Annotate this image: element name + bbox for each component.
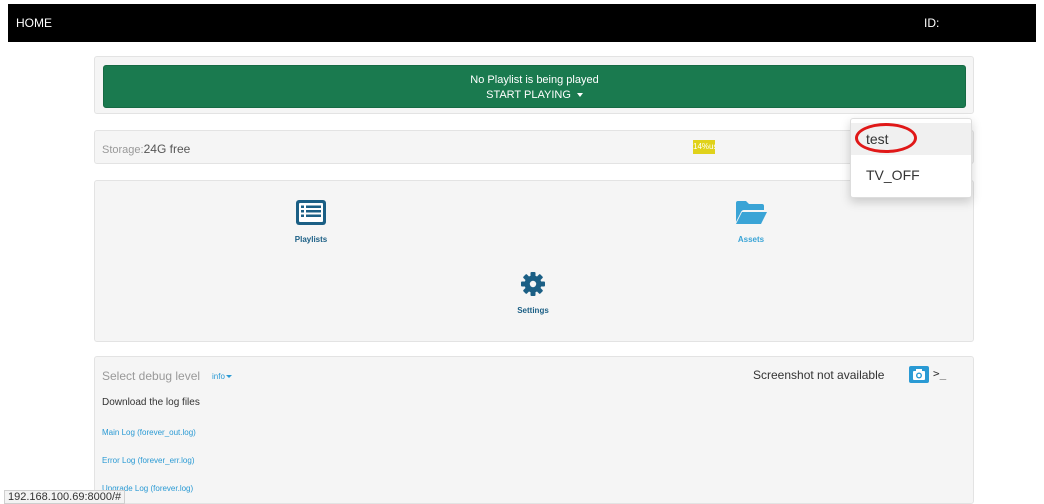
camera-icon <box>913 369 925 380</box>
main-log-link[interactable]: Main Log (forever_out.log) <box>102 428 196 437</box>
playlists-label: Playlists <box>294 235 328 244</box>
screenshot-button[interactable] <box>909 366 929 383</box>
start-playing-button[interactable]: No Playlist is being played START PLAYIN… <box>103 65 966 108</box>
dropdown-item-tv-off[interactable]: TV_OFF <box>851 159 971 191</box>
storage-progress-fill: 14%used <box>693 140 716 154</box>
device-id-label: ID: <box>924 16 940 30</box>
chevron-down-icon <box>225 375 232 379</box>
debug-level-dropdown[interactable]: info <box>212 372 232 381</box>
start-playing-text: START PLAYING <box>486 89 571 101</box>
debug-level-label: Select debug level <box>102 369 201 383</box>
storage-progress-bar: 14%used <box>693 140 853 154</box>
start-playing-label: START PLAYING <box>104 87 965 103</box>
status-bar-url: 192.168.100.69:8000/# <box>4 490 126 504</box>
folder-open-icon <box>736 201 767 224</box>
playlists-tile[interactable]: Playlists <box>283 199 339 244</box>
assets-tile[interactable]: Assets <box>723 199 779 244</box>
top-navbar: HOME ID: <box>8 4 1036 42</box>
download-logs-label: Download the log files <box>102 397 200 408</box>
home-link[interactable]: HOME <box>16 16 52 30</box>
page: HOME ID: No Playlist is being played STA… <box>0 0 1044 504</box>
settings-label: Settings <box>517 306 549 315</box>
debug-level-value: info <box>212 372 225 381</box>
assets-label: Assets <box>737 235 765 244</box>
playlist-dropdown-menu: test TV_OFF <box>850 118 972 198</box>
screenshot-status-text: Screenshot not available <box>753 368 885 382</box>
debug-log-panel: Select debug level info Download the log… <box>94 356 974 504</box>
playlist-list-icon <box>296 200 326 225</box>
chevron-down-icon <box>576 93 583 98</box>
settings-tile[interactable]: Settings <box>505 271 561 315</box>
storage-panel: Storage:24G free 14%used <box>94 130 974 164</box>
player-status-text: No Playlist is being played <box>470 74 599 86</box>
player-panel: No Playlist is being played START PLAYIN… <box>94 56 974 114</box>
terminal-button[interactable]: >_ <box>933 367 946 380</box>
storage-label-text: Storage: <box>102 144 144 156</box>
gear-icon <box>521 272 545 296</box>
storage-free-value: 24G free <box>143 142 191 156</box>
storage-label: Storage:24G free <box>102 142 190 156</box>
error-log-link[interactable]: Error Log (forever_err.log) <box>102 456 194 465</box>
red-annotation-circle <box>855 123 917 153</box>
navigation-tiles-panel: Playlists Assets Settings <box>94 180 974 342</box>
